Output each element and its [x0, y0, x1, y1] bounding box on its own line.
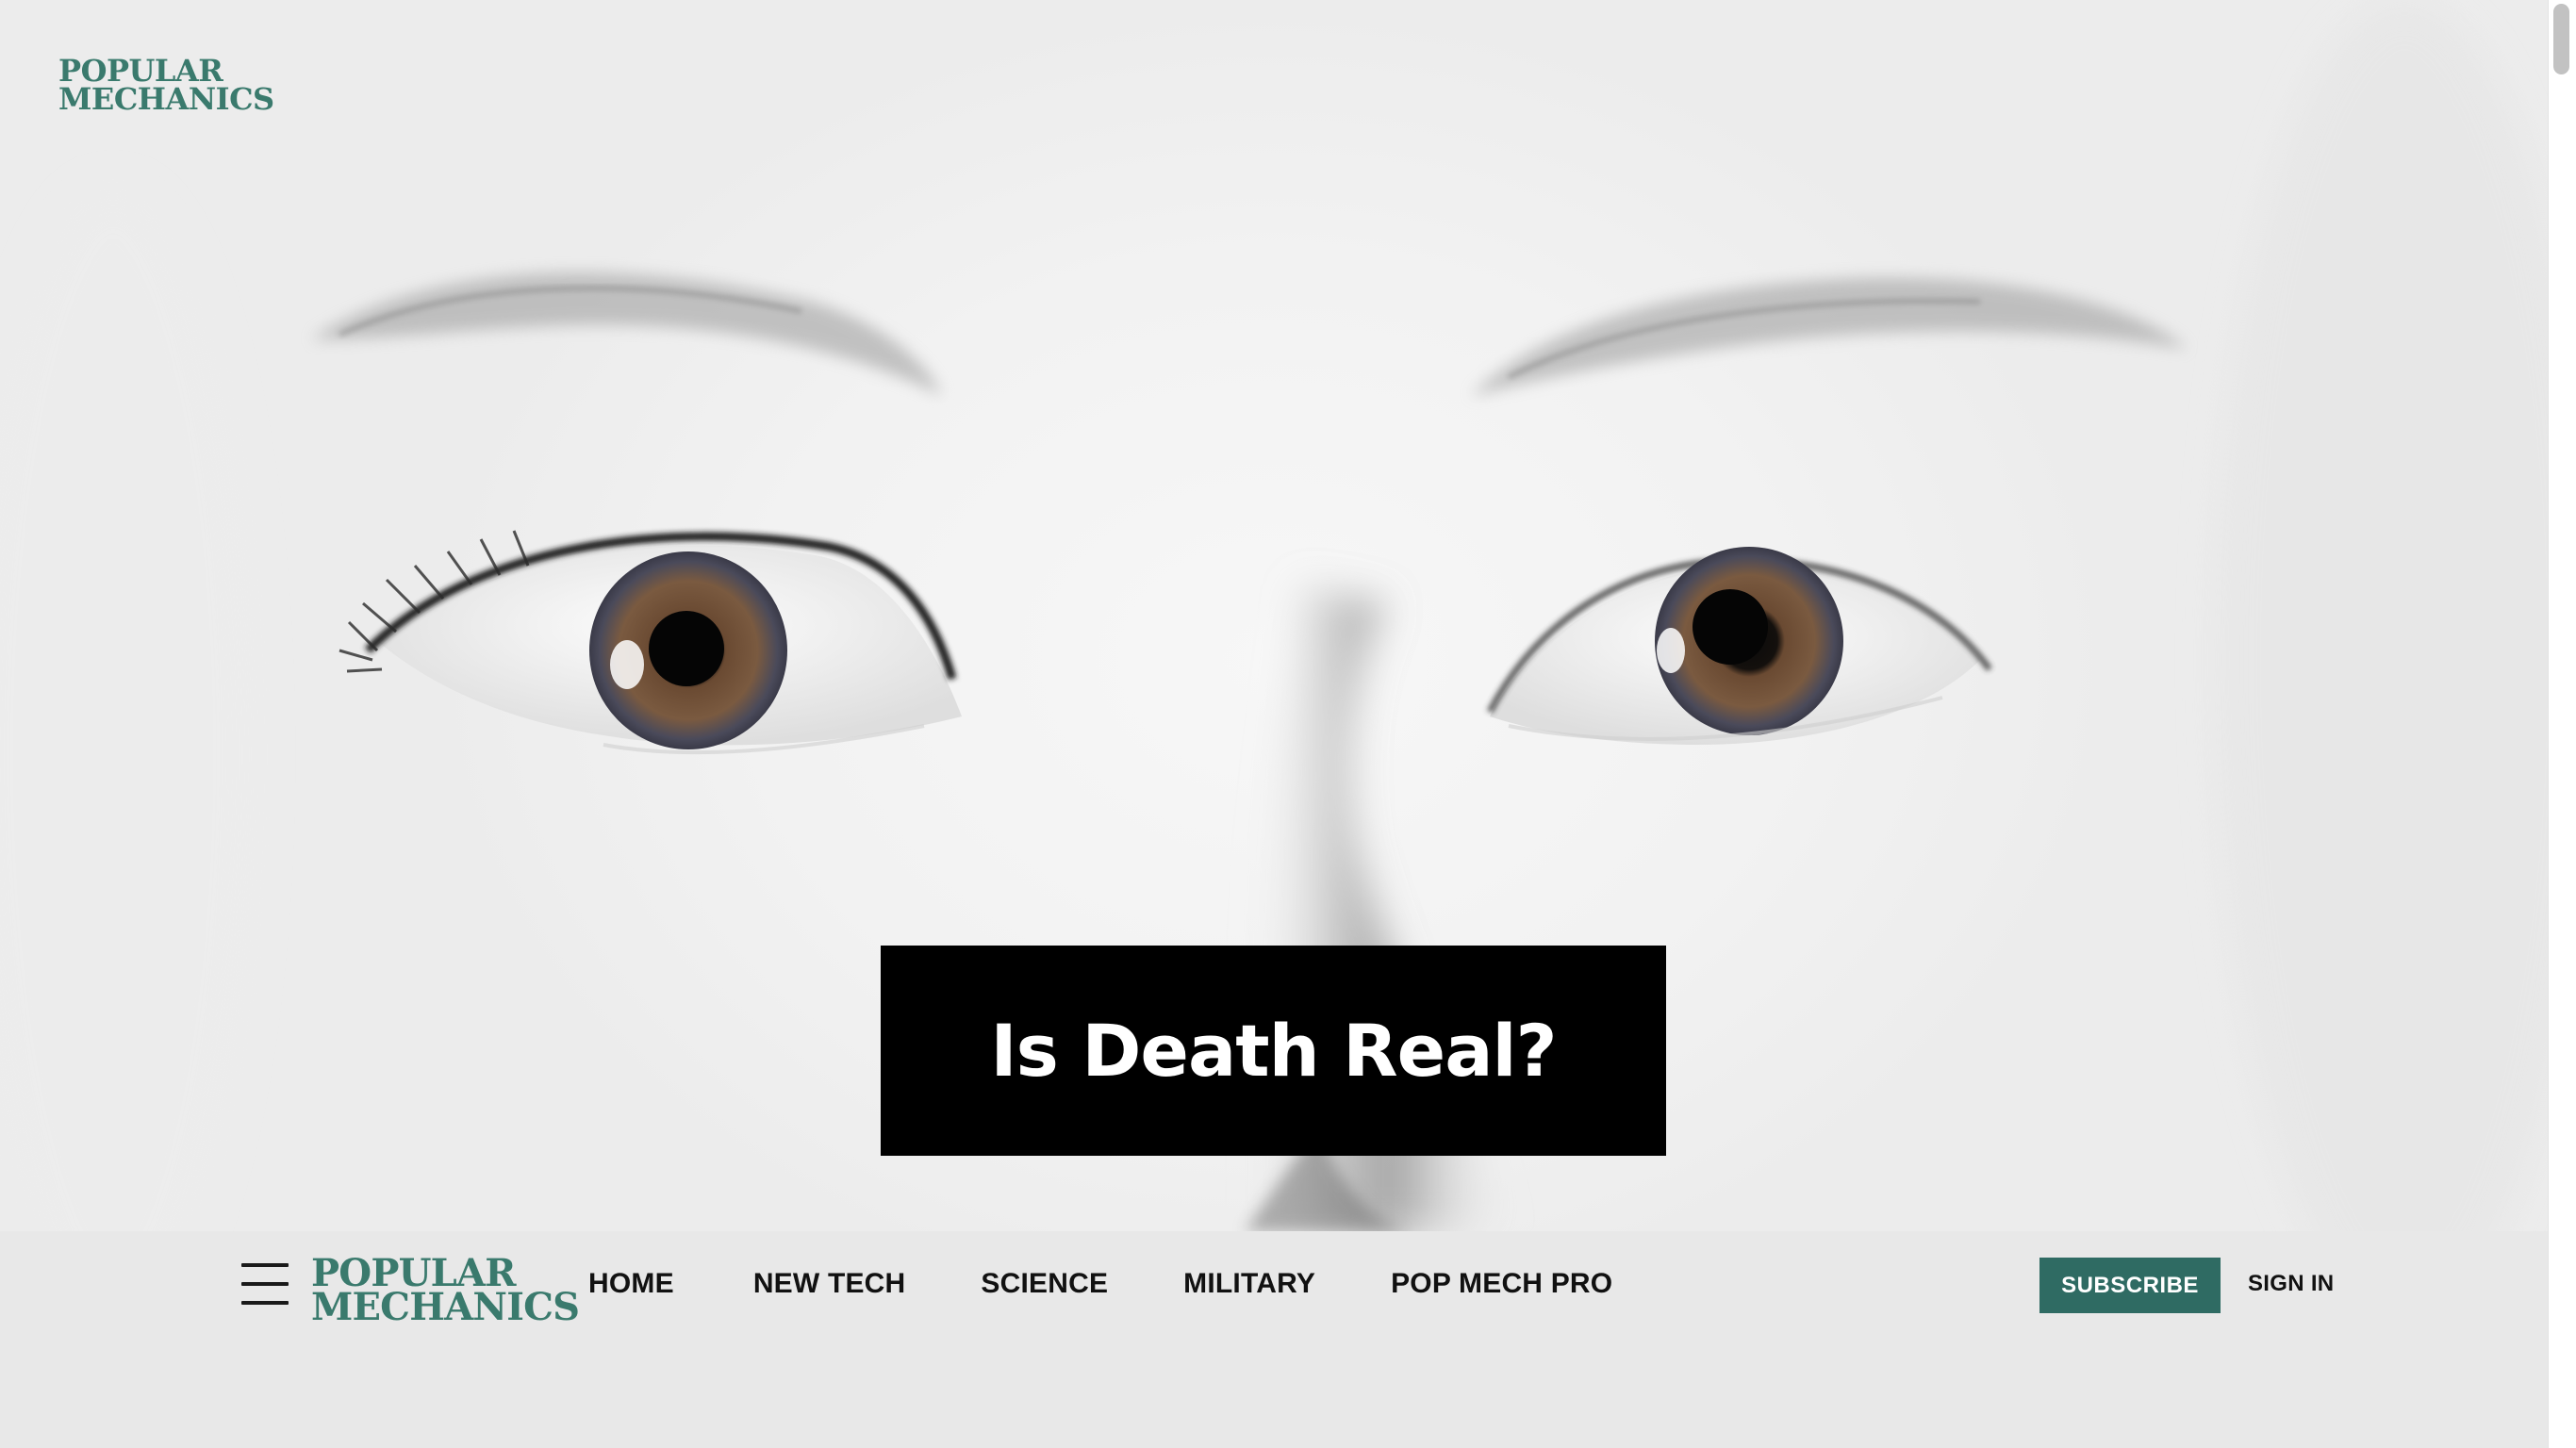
- nav-link-pop-mech-pro[interactable]: POP MECH PRO: [1391, 1268, 1612, 1300]
- nav-links: HOME NEW TECH SCIENCE MILITARY POP MECH …: [588, 1268, 1612, 1300]
- article-title: Is Death Real?: [990, 1009, 1557, 1093]
- subscribe-button[interactable]: SUBSCRIBE: [2039, 1258, 2221, 1313]
- nav-link-science[interactable]: SCIENCE: [981, 1268, 1108, 1300]
- nav-link-new-tech[interactable]: NEW TECH: [753, 1268, 906, 1300]
- page: POPULAR MECHANICS Is Death Real? POPULAR…: [0, 0, 2576, 1448]
- scrollbar[interactable]: [2548, 0, 2576, 1448]
- nav-logo-line2: MECHANICS: [311, 1285, 580, 1329]
- hero-image: POPULAR MECHANICS Is Death Real?: [0, 0, 2548, 1231]
- sign-in-link[interactable]: SIGN IN: [2248, 1271, 2334, 1297]
- nav-link-home[interactable]: HOME: [588, 1268, 674, 1300]
- top-logo[interactable]: POPULAR MECHANICS: [58, 56, 274, 117]
- hamburger-icon[interactable]: [241, 1263, 289, 1305]
- article-title-box: Is Death Real?: [881, 946, 1666, 1156]
- nav-logo[interactable]: POPULAR MECHANICS: [311, 1255, 580, 1329]
- top-logo-line2: MECHANICS: [58, 81, 274, 117]
- scrollbar-thumb[interactable]: [2553, 4, 2569, 74]
- nav-link-military[interactable]: MILITARY: [1183, 1268, 1315, 1300]
